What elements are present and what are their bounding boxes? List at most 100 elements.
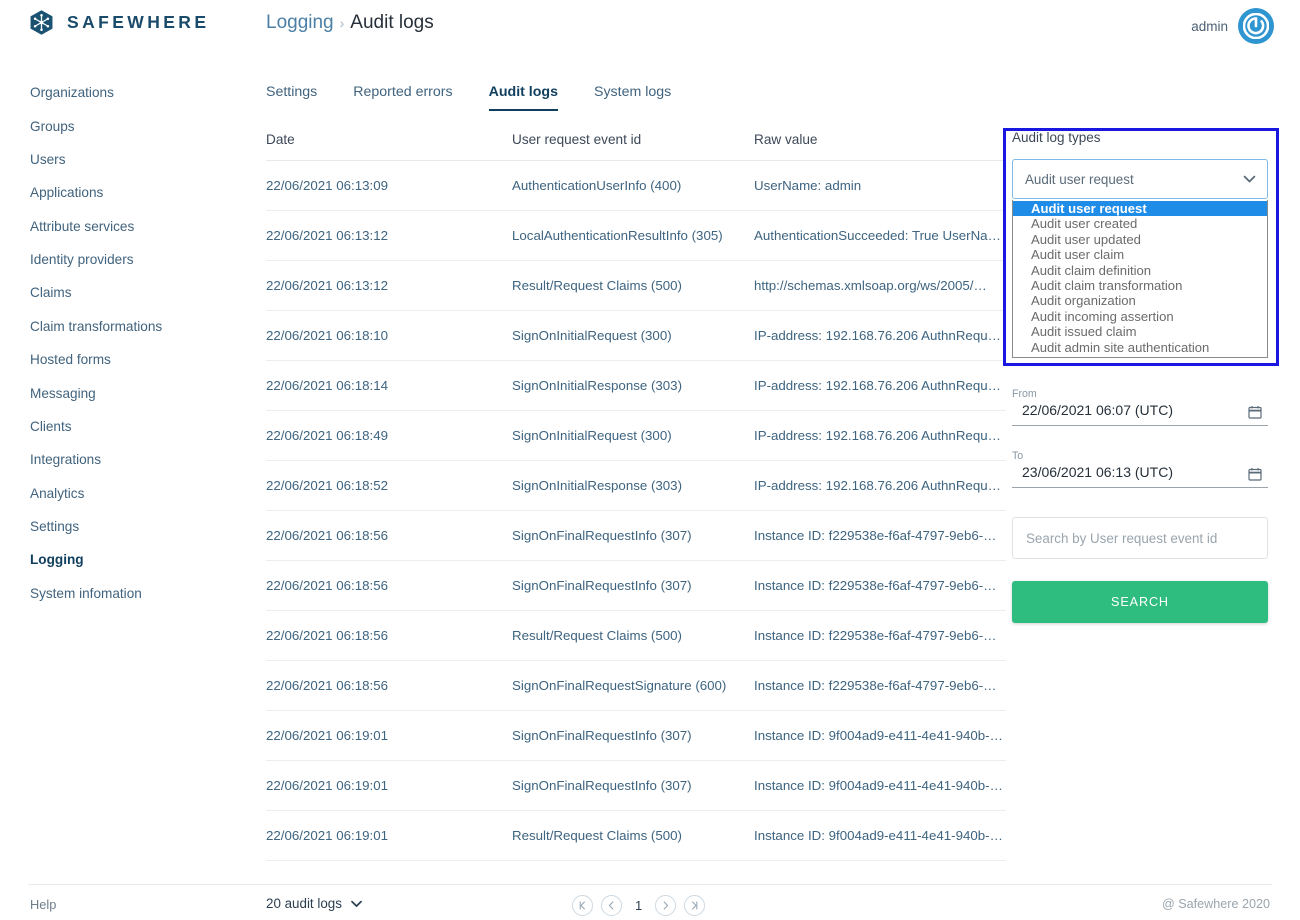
table-row[interactable]: 22/06/2021 06:18:49 SignOnInitialRequest … — [266, 410, 1006, 461]
cell-date: 22/06/2021 06:18:52 — [266, 460, 512, 511]
table-row[interactable]: 22/06/2021 06:18:56 SignOnFinalRequestInf… — [266, 560, 1006, 611]
cell-date: 22/06/2021 06:13:12 — [266, 210, 512, 261]
column-header-date[interactable]: Date — [266, 122, 512, 161]
sidebar-item-groups[interactable]: Groups — [0, 109, 250, 142]
sidebar-item-claim-transformations[interactable]: Claim transformations — [0, 310, 250, 343]
column-header-user-request-event-id[interactable]: User request event id — [512, 122, 754, 161]
search-button[interactable]: SEARCH — [1012, 581, 1268, 623]
sidebar-item-logging[interactable]: Logging — [0, 543, 250, 576]
cell-event-id: LocalAuthenticationResultInfo (305) — [512, 210, 754, 261]
tab-bar: Settings Reported errors Audit logs System … — [266, 84, 707, 111]
cell-event-id: SignOnInitialRequest (300) — [512, 410, 754, 461]
sidebar-item-applications[interactable]: Applications — [0, 176, 250, 209]
option-audit-user-request[interactable]: Audit user request — [1013, 201, 1267, 217]
table-row[interactable]: 22/06/2021 06:19:01 SignOnFinalRequestInf… — [266, 760, 1006, 811]
cell-event-id: SignOnFinalRequestInfo (307) — [512, 760, 754, 811]
table-row[interactable]: 22/06/2021 06:13:09 AuthenticationUserInf… — [266, 160, 1006, 211]
previous-page-icon — [608, 901, 614, 910]
sidebar-item-claims[interactable]: Claims — [0, 276, 250, 309]
sidebar-item-identity-providers[interactable]: Identity providers — [0, 243, 250, 276]
cell-raw-value: UserName: admin — [754, 160, 1006, 211]
last-page-icon — [692, 901, 698, 910]
cell-date: 22/06/2021 06:18:56 — [266, 660, 512, 711]
tab-system-logs[interactable]: System logs — [594, 84, 689, 111]
from-date-label: From — [1012, 388, 1037, 400]
cell-date: 22/06/2021 06:19:01 — [266, 810, 512, 861]
calendar-icon[interactable] — [1248, 467, 1262, 481]
audit-log-filter-panel: Audit log types Audit user request Audit… — [1012, 130, 1268, 623]
last-page-button[interactable] — [684, 895, 706, 916]
option-audit-user-claim[interactable]: Audit user claim — [1013, 247, 1267, 262]
option-audit-claim-transformation[interactable]: Audit claim transformation — [1013, 278, 1267, 293]
help-link[interactable]: Help — [30, 897, 56, 912]
sidebar-item-system-infomation[interactable]: System infomation — [0, 577, 250, 610]
cell-event-id: SignOnFinalRequestInfo (307) — [512, 560, 754, 611]
cell-date: 22/06/2021 06:18:56 — [266, 610, 512, 661]
cell-raw-value: Instance ID: f229538e-f6af-4797-9eb6-… — [754, 610, 1006, 661]
brand-name: SAFEWHERE — [67, 12, 210, 32]
table-row[interactable]: 22/06/2021 06:18:52 SignOnInitialResponse… — [266, 460, 1006, 511]
option-audit-issued-claim[interactable]: Audit issued claim — [1013, 324, 1267, 339]
tab-audit-logs[interactable]: Audit logs — [488, 84, 576, 111]
next-page-button[interactable] — [655, 895, 677, 916]
sidebar-item-clients[interactable]: Clients — [0, 410, 250, 443]
breadcrumb-parent[interactable]: Logging — [266, 12, 334, 34]
sidebar-item-users[interactable]: Users — [0, 143, 250, 176]
breadcrumb: Logging › Audit logs — [266, 12, 434, 34]
audit-log-types-options: Audit user request Audit user created Audi… — [1012, 200, 1268, 358]
table-row[interactable]: 22/06/2021 06:18:56 Result/Request Claims… — [266, 610, 1006, 661]
sidebar-item-integrations[interactable]: Integrations — [0, 443, 250, 476]
cell-date: 22/06/2021 06:18:14 — [266, 360, 512, 411]
option-audit-user-created[interactable]: Audit user created — [1013, 216, 1267, 231]
table-row[interactable]: 22/06/2021 06:18:14 SignOnInitialResponse… — [266, 360, 1006, 411]
first-page-button[interactable] — [572, 895, 593, 916]
app-header: SAFEWHERE Logging › Audit logs admin — [0, 0, 1300, 62]
page-size-selector[interactable]: 20 audit logs — [266, 896, 362, 911]
cell-event-id: AuthenticationUserInfo (400) — [512, 160, 754, 211]
table-row[interactable]: 22/06/2021 06:19:01 Result/Request Claims… — [266, 810, 1006, 861]
option-audit-admin-site-authentication[interactable]: Audit admin site authentication — [1013, 340, 1267, 355]
table-row[interactable]: 22/06/2021 06:19:01 SignOnFinalRequestInf… — [266, 710, 1006, 761]
tab-settings[interactable]: Settings — [266, 84, 335, 111]
first-page-icon — [579, 901, 585, 910]
calendar-icon[interactable] — [1248, 405, 1262, 419]
sidebar-item-settings[interactable]: Settings — [0, 510, 250, 543]
option-audit-claim-definition[interactable]: Audit claim definition — [1013, 263, 1267, 278]
snowflake-hex-logo-icon — [28, 9, 55, 36]
current-page-number: 1 — [635, 898, 643, 913]
from-date-field[interactable]: From 22/06/2021 06:07 (UTC) — [1012, 388, 1268, 426]
column-header-raw-value[interactable]: Raw value — [754, 122, 1006, 161]
option-audit-incoming-assertion[interactable]: Audit incoming assertion — [1013, 309, 1267, 324]
cell-date: 22/06/2021 06:19:01 — [266, 710, 512, 761]
previous-page-button[interactable] — [601, 895, 622, 916]
cell-event-id: Result/Request Claims (500) — [512, 260, 754, 311]
avatar[interactable] — [1238, 8, 1274, 44]
cell-date: 22/06/2021 06:18:10 — [266, 310, 512, 361]
to-date-label: To — [1012, 450, 1024, 462]
table-row[interactable]: 22/06/2021 06:18:56 SignOnFinalRequestInf… — [266, 510, 1006, 561]
sidebar-item-attribute-services[interactable]: Attribute services — [0, 210, 250, 243]
to-date-field[interactable]: To 23/06/2021 06:13 (UTC) — [1012, 450, 1268, 488]
option-audit-organization[interactable]: Audit organization — [1013, 293, 1267, 308]
tab-reported-errors[interactable]: Reported errors — [353, 84, 470, 111]
table-header-row: Date User request event id Raw value — [266, 122, 1006, 161]
search-input[interactable] — [1012, 517, 1268, 559]
option-audit-user-updated[interactable]: Audit user updated — [1013, 232, 1267, 247]
brand-logo[interactable]: SAFEWHERE — [28, 9, 209, 36]
sidebar-item-messaging[interactable]: Messaging — [0, 376, 250, 409]
audit-log-types-select[interactable]: Audit user request — [1012, 159, 1268, 199]
sidebar-item-hosted-forms[interactable]: Hosted forms — [0, 343, 250, 376]
table-row[interactable]: 22/06/2021 06:18:10 SignOnInitialRequest … — [266, 310, 1006, 361]
copyright: @ Safewhere 2020 — [1161, 897, 1270, 911]
user-menu[interactable]: admin — [1191, 8, 1274, 44]
cell-event-id: Result/Request Claims (500) — [512, 810, 754, 861]
sidebar-item-organizations[interactable]: Organizations — [0, 76, 250, 109]
cell-raw-value: Instance ID: f229538e-f6af-4797-9eb6-… — [754, 560, 1006, 611]
table-row[interactable]: 22/06/2021 06:13:12 Result/Request Claims… — [266, 260, 1006, 311]
sidebar-item-analytics[interactable]: Analytics — [0, 477, 250, 510]
table-row[interactable]: 22/06/2021 06:13:12 LocalAuthenticationRe… — [266, 210, 1006, 261]
table-row[interactable]: 22/06/2021 06:18:56 SignOnFinalRequestSig… — [266, 660, 1006, 711]
cell-date: 22/06/2021 06:13:12 — [266, 260, 512, 311]
cell-event-id: Result/Request Claims (500) — [512, 610, 754, 661]
sidebar-nav: Organizations Groups Users Applications Attr… — [0, 76, 250, 610]
